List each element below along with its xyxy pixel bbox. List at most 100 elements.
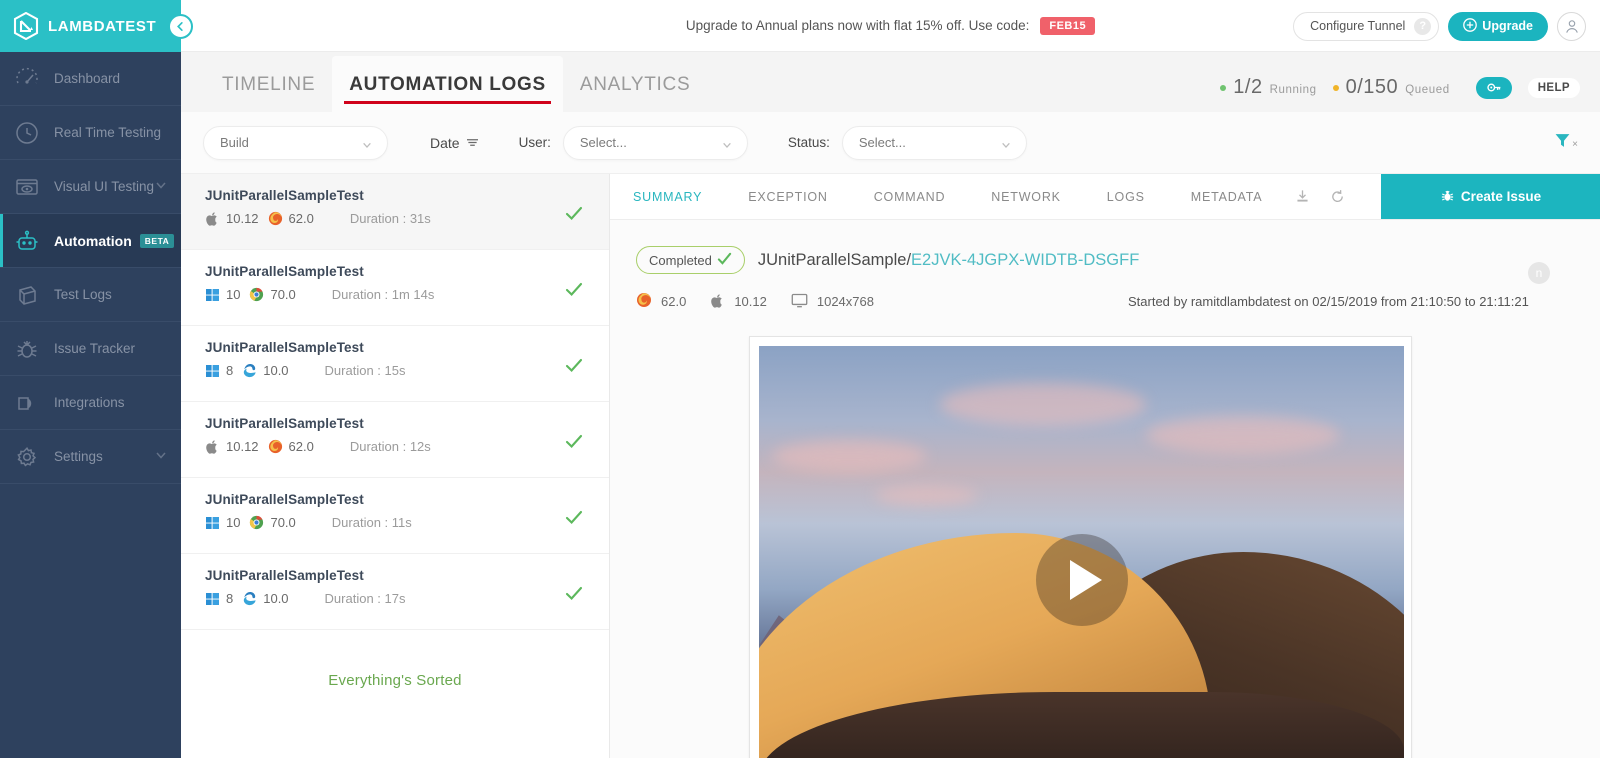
sidebar-item-test-logs[interactable]: Test Logs — [0, 268, 181, 322]
queued-value: 0/150 — [1346, 76, 1399, 99]
check-icon — [565, 584, 583, 607]
tab-analytics[interactable]: ANALYTICS — [563, 74, 707, 112]
tab-exception[interactable]: EXCEPTION — [725, 174, 850, 219]
plus-circle-icon — [1463, 18, 1477, 35]
tab-timeline[interactable]: TIMELINE — [205, 74, 332, 112]
table-row[interactable]: JUnitParallelSampleTest 8 10.0 Duration … — [181, 326, 609, 402]
sidebar-item-label: Settings — [54, 449, 103, 464]
browser-version: 10.0 — [263, 363, 288, 378]
sidebar-item-integrations[interactable]: Integrations — [0, 376, 181, 430]
tab-logs[interactable]: LOGS — [1084, 174, 1168, 219]
refresh-button[interactable] — [1320, 174, 1355, 219]
promo-code-badge: FEB15 — [1040, 17, 1095, 35]
eye-window-icon — [14, 174, 40, 200]
user-filter-label: User: — [519, 135, 551, 150]
windows-icon — [205, 287, 220, 302]
session-id[interactable]: E2JVK-4JGPX-WIDTB-DSGFF — [911, 251, 1139, 269]
tab-network[interactable]: NETWORK — [968, 174, 1084, 219]
duration: Duration : 1m 14s — [332, 287, 435, 302]
concurrency-status: 1/2 Running 0/150 Queued HELP — [1220, 76, 1580, 99]
test-name: JUnitParallelSampleTest — [205, 340, 585, 355]
sidebar-collapse-button[interactable] — [168, 14, 193, 39]
check-icon — [565, 508, 583, 531]
edge-icon — [242, 591, 257, 606]
upgrade-label: Upgrade — [1482, 19, 1533, 33]
configure-tunnel-button[interactable]: Configure Tunnel ? — [1293, 12, 1439, 41]
edge-icon — [242, 363, 257, 378]
help-button[interactable]: HELP — [1528, 78, 1580, 98]
table-row[interactable]: JUnitParallelSampleTest 10.12 62.0 Durat… — [181, 402, 609, 478]
tab-command[interactable]: COMMAND — [851, 174, 969, 219]
list-end-note: Everything's Sorted — [181, 630, 609, 689]
queued-label: Queued — [1405, 84, 1450, 96]
sidebar-item-issue-tracker[interactable]: Issue Tracker — [0, 322, 181, 376]
check-icon — [565, 204, 583, 227]
clear-filters-button[interactable]: × — [1554, 132, 1578, 154]
status-filter-label: Status: — [788, 135, 830, 150]
create-issue-button[interactable]: Create Issue — [1381, 174, 1600, 219]
sidebar-item-label: Real Time Testing — [54, 125, 161, 140]
section-tabs: TIMELINE AUTOMATION LOGS ANALYTICS 1/2 R… — [181, 52, 1600, 112]
sidebar-item-visual-ui-testing[interactable]: Visual UI Testing — [0, 160, 181, 214]
status-badge-label: Completed — [649, 253, 712, 268]
test-name: JUnitParallelSampleTest — [205, 492, 585, 507]
test-meta: 10 70.0 Duration : 1m 14s — [205, 287, 585, 302]
upgrade-button[interactable]: Upgrade — [1448, 12, 1548, 41]
duration: Duration : 11s — [332, 515, 412, 530]
sidebar-item-settings[interactable]: Settings — [0, 430, 181, 484]
windows-icon — [205, 591, 220, 606]
sidebar-item-real-time-testing[interactable]: Real Time Testing — [0, 106, 181, 160]
tab-automation-logs[interactable]: AUTOMATION LOGS — [332, 56, 563, 112]
video-frame — [749, 336, 1412, 758]
running-label: Running — [1270, 84, 1317, 96]
user-avatar-icon — [1563, 17, 1581, 35]
user-select[interactable]: Select... — [563, 126, 748, 160]
browser-version: 70.0 — [270, 515, 295, 530]
test-meta: 8 10.0 Duration : 17s — [205, 591, 585, 606]
test-list-pane[interactable]: JUnitParallelSampleTest 10.12 62.0 Durat… — [181, 174, 610, 758]
table-row[interactable]: JUnitParallelSampleTest 10.12 62.0 Durat… — [181, 174, 609, 250]
bug-icon — [14, 336, 40, 362]
build-name: JUnitParallelSample/ — [758, 251, 911, 269]
os-version: 10 — [226, 515, 240, 530]
promo-banner: Upgrade to Annual plans now with flat 15… — [686, 17, 1095, 35]
help-circle-icon[interactable]: ? — [1414, 18, 1431, 35]
browser-info: 62.0 — [636, 292, 686, 311]
apple-icon — [710, 293, 725, 311]
status-badge: Completed — [636, 246, 745, 274]
test-detail-pane: SUMMARY EXCEPTION COMMAND NETWORK LOGS M… — [610, 174, 1600, 758]
browser-version: 62.0 — [661, 294, 686, 309]
table-row[interactable]: JUnitParallelSampleTest 8 10.0 Duration … — [181, 554, 609, 630]
chrome-icon — [249, 515, 264, 530]
download-icon — [1295, 189, 1310, 204]
table-row[interactable]: JUnitParallelSampleTest 10 70.0 Duration… — [181, 250, 609, 326]
build-select[interactable]: Build — [203, 126, 388, 160]
windows-icon — [205, 363, 220, 378]
test-name: JUnitParallelSampleTest — [205, 264, 585, 279]
windows-icon — [205, 515, 220, 530]
beta-badge: BETA — [140, 234, 175, 248]
date-sort-control[interactable]: Date — [430, 135, 479, 151]
os-version: 10.12 — [734, 294, 767, 309]
key-toggle-icon[interactable] — [1476, 77, 1512, 99]
download-button[interactable] — [1285, 174, 1320, 219]
video-thumbnail[interactable] — [759, 346, 1404, 758]
table-row[interactable]: JUnitParallelSampleTest 10 70.0 Duration… — [181, 478, 609, 554]
tab-metadata[interactable]: METADATA — [1168, 174, 1286, 219]
sidebar-item-automation[interactable]: Automation BETA — [0, 214, 181, 268]
chevron-down-icon — [155, 449, 167, 464]
play-button[interactable] — [1036, 534, 1128, 626]
detail-tabs: SUMMARY EXCEPTION COMMAND NETWORK LOGS M… — [610, 174, 1600, 220]
tab-summary[interactable]: SUMMARY — [610, 174, 725, 219]
chevron-left-icon — [175, 21, 186, 32]
page-title: JUnitParallelSample/E2JVK-4JGPX-WIDTB-DS… — [758, 251, 1139, 270]
avatar[interactable] — [1557, 12, 1586, 41]
os-version: 10.12 — [226, 211, 259, 226]
brand-header[interactable]: LAMBDATEST — [0, 0, 181, 52]
monitor-icon — [791, 293, 808, 311]
app-root: LAMBDATEST Dashboard — [0, 0, 1600, 758]
status-badge[interactable]: n — [1528, 262, 1550, 284]
status-select[interactable]: Select... — [842, 126, 1027, 160]
sidebar-item-dashboard[interactable]: Dashboard — [0, 52, 181, 106]
test-name: JUnitParallelSampleTest — [205, 416, 585, 431]
